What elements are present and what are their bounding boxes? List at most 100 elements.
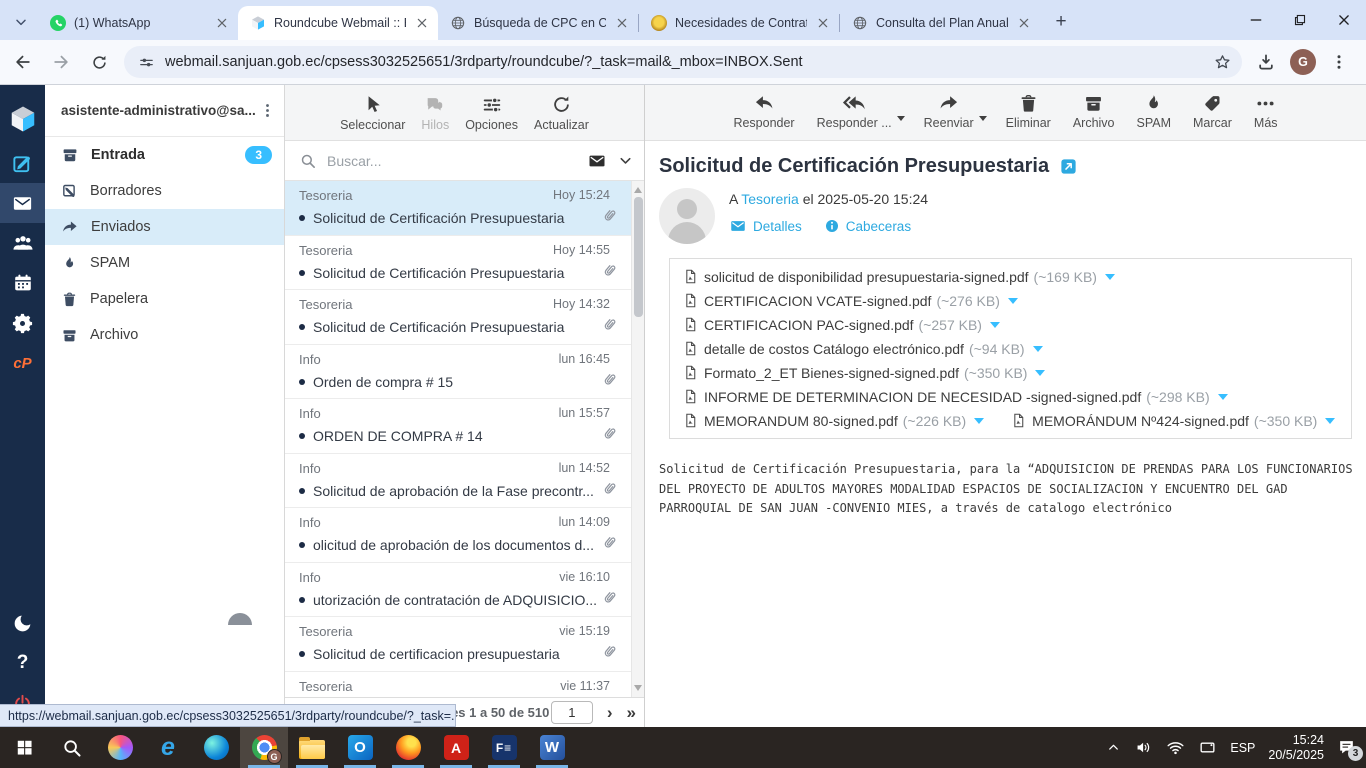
message-row[interactable]: Tesoreria vie 15:19 Solicitud de certific… [285,617,644,672]
settings-nav-button[interactable] [0,303,45,343]
edge-icon[interactable] [192,727,240,768]
forward-button[interactable]: Reenviar [921,92,977,130]
folder-spam[interactable]: SPAM [45,245,284,281]
downloads-icon[interactable] [1256,52,1276,72]
attachment-item[interactable]: MEMORANDUM 80-signed.pdf (~226 KB) [682,412,985,429]
forward-caret-icon[interactable] [978,115,987,121]
list-scrollbar[interactable] [631,181,644,697]
folder-archivo[interactable]: Archivo [45,317,284,353]
tab-close-icon[interactable] [614,15,630,31]
message-row[interactable]: Info lun 14:09 olicitud de aprobación de … [285,508,644,563]
folder-papelera[interactable]: Papelera [45,281,284,317]
reply-all-caret-icon[interactable] [896,115,905,121]
clock[interactable]: 15:24 20/5/2025 [1268,733,1324,763]
tray-chevron-up-icon[interactable] [1106,740,1121,755]
attachment-item[interactable]: solicitud de disponibilidad presupuestar… [682,268,1115,285]
open-in-new-window-icon[interactable] [1059,157,1078,176]
attachment-item[interactable]: INFORME DE DETERMINACION DE NECESIDAD -s… [682,388,1228,405]
message-row[interactable]: Tesoreria Hoy 14:32 Solicitud de Certific… [285,290,644,345]
url-bar[interactable]: webmail.sanjuan.gob.ec/cpsess3032525651/… [124,46,1242,78]
folder-enviados[interactable]: Enviados [45,209,284,245]
attachment-item[interactable]: CERTIFICACION PAC-signed.pdf (~257 KB) [682,316,1000,333]
help-button[interactable]: ? [0,643,45,683]
minimize-button[interactable] [1234,0,1278,40]
file-explorer-icon[interactable] [288,727,336,768]
search-scope-mail-icon[interactable] [587,151,607,171]
attachment-menu-caret-icon[interactable] [1035,369,1046,376]
message-row[interactable]: Tesoreria vie 11:37 [285,672,644,698]
message-row[interactable]: Info lun 15:57 ORDEN DE COMPRA # 14 [285,399,644,454]
threads-button[interactable]: Hilos [418,94,452,132]
f-app-icon[interactable]: F≡ [480,727,528,768]
scroll-down-icon[interactable] [634,685,642,691]
outlook-icon[interactable]: O [336,727,384,768]
select-button[interactable]: Seleccionar [337,94,408,132]
display-connect-icon[interactable] [1198,738,1217,757]
reload-button[interactable] [84,47,114,77]
attachment-item[interactable]: CERTIFICACION VCATE-signed.pdf (~276 KB) [682,292,1018,309]
message-row[interactable]: Info lun 14:52 Solicitud de aprobación de… [285,454,644,508]
attachment-item[interactable]: Formato_2_ET Bienes-signed-signed.pdf (~3… [682,364,1046,381]
new-tab-button[interactable]: + [1048,9,1074,35]
scroll-up-icon[interactable] [634,187,642,193]
attachment-menu-caret-icon[interactable] [1104,273,1115,280]
attachment-menu-caret-icon[interactable] [1217,393,1228,400]
message-row[interactable]: Tesoreria Hoy 14:55 Solicitud de Certific… [285,236,644,290]
tab-roundcube[interactable]: Roundcube Webmail :: Envia [238,6,438,40]
copilot-icon[interactable] [96,727,144,768]
tab-plan-anual[interactable]: Consulta del Plan Anual de C [840,6,1040,40]
restore-button[interactable] [1278,0,1322,40]
profile-avatar[interactable]: G [1290,49,1316,75]
mark-button[interactable]: Marcar [1190,92,1235,130]
refresh-button[interactable]: Actualizar [531,94,592,132]
wifi-icon[interactable] [1166,738,1185,757]
tab-close-icon[interactable] [1016,15,1032,31]
back-button[interactable] [8,47,38,77]
acrobat-icon[interactable]: A [432,727,480,768]
attachment-menu-caret-icon[interactable] [1032,345,1043,352]
bookmark-star-icon[interactable] [1213,53,1232,72]
search-input[interactable] [327,152,577,169]
attachment-item[interactable]: detalle de costos Catálogo electrónico.p… [682,340,1043,357]
internet-explorer-icon[interactable]: e [144,727,192,768]
search-options-chevron-icon[interactable] [617,152,634,169]
volume-icon[interactable] [1134,738,1153,757]
message-row[interactable]: Tesoreria Hoy 15:24 Solicitud de Certific… [285,181,644,236]
folder-borradores[interactable]: Borradores [45,173,284,209]
attachment-menu-caret-icon[interactable] [1325,417,1336,424]
word-icon[interactable]: W [528,727,576,768]
headers-toggle[interactable]: Cabeceras [824,218,911,234]
attachment-item[interactable]: MEMORÁNDUM Nº424-signed.pdf (~350 KB) [1010,412,1336,429]
tab-whatsapp[interactable]: (1) WhatsApp [38,6,238,40]
scrollbar-thumb[interactable] [634,197,643,317]
url-text[interactable]: webmail.sanjuan.gob.ec/cpsess3032525651/… [165,54,1213,70]
account-menu-icon[interactable] [259,102,276,119]
last-page-button[interactable]: » [627,704,636,721]
attachment-menu-caret-icon[interactable] [1007,297,1018,304]
compose-button[interactable] [0,143,45,183]
forward-button[interactable] [46,47,76,77]
dark-mode-button[interactable] [0,603,45,643]
keyboard-language[interactable]: ESP [1230,741,1255,755]
folder-entrada[interactable]: Entrada 3 [45,137,284,173]
page-input[interactable] [550,701,593,724]
chrome-icon[interactable]: G [240,727,288,768]
mail-nav-button[interactable] [0,183,45,223]
close-button[interactable] [1322,0,1366,40]
tab-close-icon[interactable] [414,15,430,31]
delete-button[interactable]: Eliminar [1003,92,1054,130]
reply-button[interactable]: Responder [730,92,797,130]
notifications-icon[interactable]: 3 [1337,738,1363,761]
tab-necesidades[interactable]: Necesidades de Contratació [639,6,839,40]
message-row[interactable]: Info lun 16:45 Orden de compra # 15 [285,345,644,399]
start-button[interactable] [0,727,48,768]
details-toggle[interactable]: Detalles [729,217,802,235]
taskbar-search-button[interactable] [48,727,96,768]
browser-menu-icon[interactable] [1330,53,1348,71]
archive-button[interactable]: Archivo [1070,92,1118,130]
calendar-nav-button[interactable] [0,263,45,303]
reply-all-button[interactable]: Responder ... [814,92,895,130]
spam-button[interactable]: SPAM [1134,92,1175,130]
cpanel-button[interactable]: cP [0,343,45,383]
message-row[interactable]: Info vie 16:10 utorización de contratació… [285,563,644,617]
